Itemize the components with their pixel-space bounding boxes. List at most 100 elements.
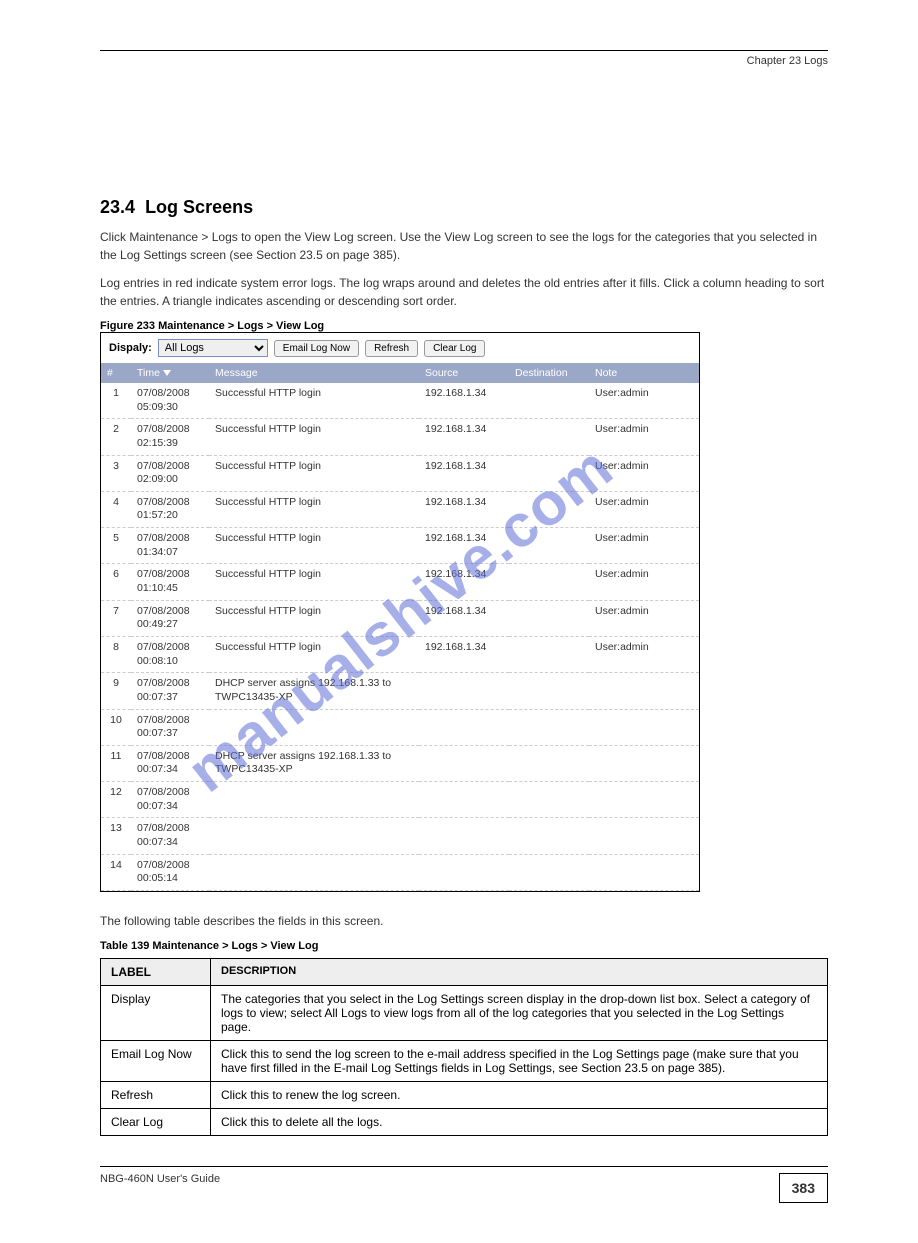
cell-note	[589, 673, 699, 709]
desc-label: Clear Log	[101, 1108, 211, 1135]
col-header-message[interactable]: Message	[209, 363, 419, 383]
cell-source	[419, 782, 509, 818]
table-row: 907/08/200800:07:37DHCP server assigns 1…	[101, 673, 699, 709]
cell-source	[419, 854, 509, 890]
cell-source: 192.168.1.34	[419, 528, 509, 564]
cell-note: User:admin	[589, 636, 699, 672]
cell-num: 13	[101, 818, 131, 854]
table-caption: Table 139 Maintenance > Logs > View Log	[100, 940, 828, 952]
cell-num: 11	[101, 745, 131, 781]
cell-source	[419, 673, 509, 709]
cell-source: 192.168.1.34	[419, 455, 509, 491]
cell-note: User:admin	[589, 419, 699, 455]
cell-time: 07/08/200800:07:37	[131, 673, 209, 709]
cell-message	[209, 709, 419, 745]
cell-num: 9	[101, 673, 131, 709]
figure-caption: Figure 233 Maintenance > Logs > View Log	[100, 320, 828, 332]
cell-time: 07/08/200800:07:34	[131, 818, 209, 854]
section-intro-1: Click Maintenance > Logs to open the Vie…	[100, 228, 828, 264]
cell-time: 07/08/200801:34:07	[131, 528, 209, 564]
col-header-destination[interactable]: Destination	[509, 363, 589, 383]
cell-note	[589, 782, 699, 818]
cell-note: User:admin	[589, 491, 699, 527]
section-title: Log Screens	[145, 197, 253, 217]
col-header-source[interactable]: Source	[419, 363, 509, 383]
email-log-button[interactable]: Email Log Now	[274, 340, 359, 357]
chapter-line: Chapter 23 Logs	[100, 55, 828, 67]
top-rule	[100, 50, 828, 51]
cell-source	[419, 709, 509, 745]
screenshot-toolbar: Dispaly: All Logs Email Log Now Refresh …	[101, 333, 699, 363]
col-header-note[interactable]: Note	[589, 363, 699, 383]
cell-source: 192.168.1.34	[419, 564, 509, 600]
cell-message	[209, 854, 419, 890]
cell-destination	[509, 491, 589, 527]
table-row: 1307/08/200800:07:34	[101, 818, 699, 854]
table-row: DisplayThe categories that you select in…	[101, 985, 828, 1040]
cell-time: 07/08/200801:57:20	[131, 491, 209, 527]
col-header-num[interactable]: #	[101, 363, 131, 383]
cell-destination	[509, 818, 589, 854]
cell-num: 7	[101, 600, 131, 636]
cell-destination	[509, 854, 589, 890]
cell-source	[419, 818, 509, 854]
cell-time: 07/08/200802:09:00	[131, 455, 209, 491]
sort-desc-icon	[163, 370, 171, 376]
table-row: 407/08/200801:57:20Successful HTTP login…	[101, 491, 699, 527]
description-table: LABEL DESCRIPTION DisplayThe categories …	[100, 958, 828, 1136]
display-select[interactable]: All Logs	[158, 339, 268, 357]
table-row: 1007/08/200800:07:37	[101, 709, 699, 745]
desc-text: Click this to send the log screen to the…	[211, 1040, 828, 1081]
col-header-time[interactable]: Time	[131, 363, 209, 383]
cell-num: 10	[101, 709, 131, 745]
cell-message: Successful HTTP login	[209, 528, 419, 564]
refresh-button[interactable]: Refresh	[365, 340, 418, 357]
desc-text: Click this to delete all the logs.	[211, 1108, 828, 1135]
table-row: 307/08/200802:09:00Successful HTTP login…	[101, 455, 699, 491]
cell-note: User:admin	[589, 383, 699, 419]
cell-note: User:admin	[589, 455, 699, 491]
cell-num: 5	[101, 528, 131, 564]
cell-message: DHCP server assigns 192.168.1.33 to TWPC…	[209, 673, 419, 709]
clear-log-button[interactable]: Clear Log	[424, 340, 485, 357]
desc-label: Refresh	[101, 1081, 211, 1108]
table-row: Email Log NowClick this to send the log …	[101, 1040, 828, 1081]
cell-message: Successful HTTP login	[209, 636, 419, 672]
desc-label: Email Log Now	[101, 1040, 211, 1081]
section-number: 23.4	[100, 197, 135, 217]
cell-time: 07/08/200802:15:39	[131, 419, 209, 455]
cell-note	[589, 709, 699, 745]
cell-destination	[509, 709, 589, 745]
cell-num: 8	[101, 636, 131, 672]
cell-destination	[509, 636, 589, 672]
table-row: 1207/08/200800:07:34	[101, 782, 699, 818]
desc-head-desc: DESCRIPTION	[211, 958, 828, 985]
section-intro-2: Log entries in red indicate system error…	[100, 274, 828, 310]
table-row: 107/08/200805:09:30Successful HTTP login…	[101, 383, 699, 419]
cell-source	[419, 745, 509, 781]
cell-time: 07/08/200801:10:45	[131, 564, 209, 600]
cell-message: Successful HTTP login	[209, 491, 419, 527]
table-row: 1107/08/200800:07:34DHCP server assigns …	[101, 745, 699, 781]
table-row: 807/08/200800:08:10Successful HTTP login…	[101, 636, 699, 672]
cell-destination	[509, 528, 589, 564]
cell-num: 14	[101, 854, 131, 890]
cell-note	[589, 745, 699, 781]
cell-time: 07/08/200800:49:27	[131, 600, 209, 636]
desc-head-label: LABEL	[101, 958, 211, 985]
footer-text: NBG-460N User's Guide	[100, 1173, 220, 1185]
cell-destination	[509, 419, 589, 455]
cell-message: DHCP server assigns 192.168.1.33 to TWPC…	[209, 745, 419, 781]
cell-source: 192.168.1.34	[419, 383, 509, 419]
cell-note: User:admin	[589, 600, 699, 636]
cell-message: Successful HTTP login	[209, 455, 419, 491]
table-row: 207/08/200802:15:39Successful HTTP login…	[101, 419, 699, 455]
cell-destination	[509, 782, 589, 818]
cell-num: 12	[101, 782, 131, 818]
cell-num: 6	[101, 564, 131, 600]
cell-destination	[509, 383, 589, 419]
cell-time: 07/08/200800:07:34	[131, 745, 209, 781]
display-label: Dispaly:	[109, 342, 152, 354]
table-row: 607/08/200801:10:45Successful HTTP login…	[101, 564, 699, 600]
cell-num: 4	[101, 491, 131, 527]
